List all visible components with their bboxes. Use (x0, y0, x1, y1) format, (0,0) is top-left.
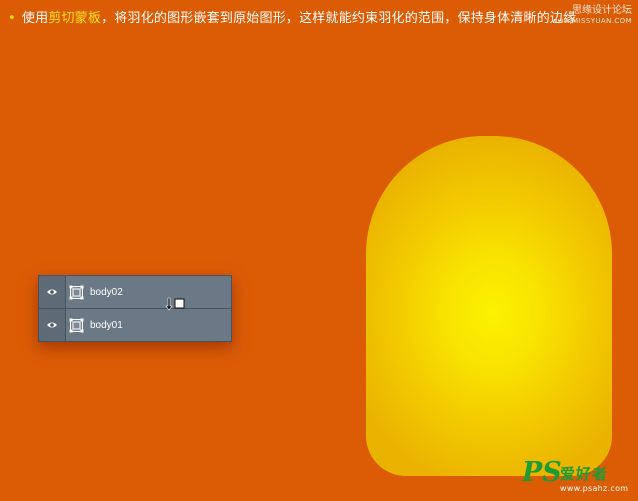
watermark-top-text: 思缘设计论坛 (572, 5, 632, 16)
visibility-toggle[interactable] (39, 309, 66, 341)
watermark-bottom-url: www.psahz.com (560, 484, 629, 493)
caption-highlight: 剪切蒙板 (48, 11, 102, 26)
caption-bullet: • (8, 11, 16, 26)
ps-logo: PS (522, 457, 562, 488)
visibility-toggle[interactable] (39, 276, 66, 308)
clipping-mask-cursor-icon (165, 297, 185, 311)
layer-name: body02 (90, 286, 123, 298)
layer-row-body01[interactable]: body01 (39, 309, 231, 341)
watermark-bottom-title: 爱好者 (560, 465, 609, 483)
layer-row-body02[interactable]: body02 (39, 276, 231, 309)
smart-object-icon (69, 318, 84, 333)
watermark-bottom: PS 爱好者 www.psahz.com (522, 459, 632, 497)
eye-icon (47, 322, 57, 328)
eye-icon (47, 289, 57, 295)
layer-name: body01 (90, 319, 123, 331)
smart-object-icon (69, 285, 84, 300)
instruction-caption: • 使用剪切蒙板，将羽化的图形嵌套到原始图形，这样就能约束羽化的范围，保持身体清晰… (8, 10, 576, 28)
caption-text-end: ，将羽化的图形嵌套到原始图形，这样就能约束羽化的范围，保持身体清晰的边缘 (101, 11, 577, 26)
caption-text-start: 使用 (21, 11, 49, 26)
watermark-top-url: www.MISSYUAN.COM (551, 17, 632, 25)
layers-panel: body02 body01 (38, 275, 232, 342)
feathered-body-shape (366, 136, 612, 476)
watermark-top: 思缘设计论坛 www.MISSYUAN.COM (552, 6, 632, 26)
